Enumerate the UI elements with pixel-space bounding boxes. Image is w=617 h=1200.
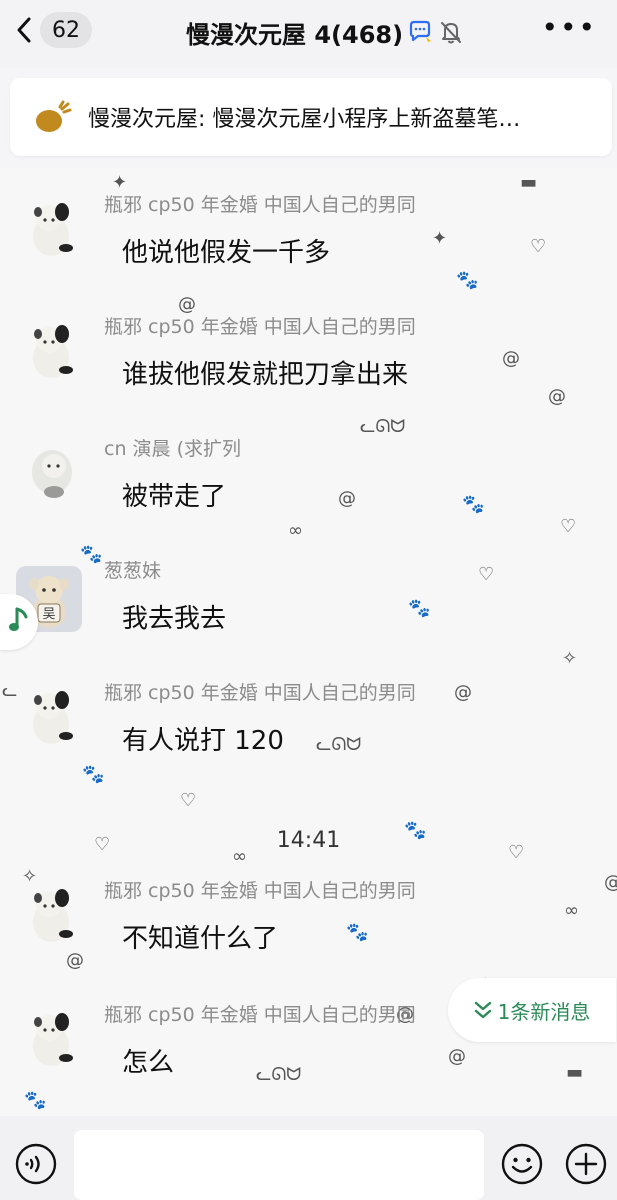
message-text[interactable]: 他说他假发一千多 — [122, 232, 330, 269]
avatar[interactable] — [18, 1008, 84, 1074]
unread-count-badge: 62 — [40, 12, 92, 48]
message-text[interactable]: 我去我去 — [122, 598, 226, 635]
message-input[interactable] — [74, 1130, 484, 1200]
chat-bubble-icon — [407, 19, 433, 45]
top-bar: 62 慢漫次元屋 4(468) ••• — [0, 0, 617, 68]
more-options-button[interactable]: ••• — [541, 14, 597, 42]
avatar[interactable] — [18, 320, 84, 386]
input-bar — [0, 1116, 617, 1200]
music-note-icon — [8, 605, 30, 639]
sender-name: 葱葱妹 — [104, 560, 162, 582]
new-messages-button[interactable]: 1条新消息 — [448, 978, 616, 1042]
message-text[interactable]: 怎么 — [122, 1042, 174, 1079]
message-text[interactable]: 有人说打 120 — [122, 720, 284, 757]
emoji-button[interactable] — [500, 1142, 544, 1190]
sender-name: cn 演晨 (求扩列 — [104, 438, 241, 460]
message-item: 瓶邪 cp50 年金婚 中国人自己的男同 有人说打 120 — [0, 656, 617, 766]
sender-name: 瓶邪 cp50 年金婚 中国人自己的男同 — [104, 682, 416, 704]
chat-message-list[interactable]: ✦ ▬ ✦ ♡ 🐾 @ @ @ ᓚᘏᗢ @ 🐾 ♡ ∞ 🐾 ♡ 🐾 ✧ ᓚ @ … — [0, 168, 617, 1116]
message-item: cn 演晨 (求扩列 被带走了 — [0, 412, 617, 522]
bell-off-icon — [437, 18, 465, 46]
paw-doodle-icon: 🐾 — [82, 764, 105, 785]
avatar[interactable] — [18, 442, 84, 508]
group-announcement[interactable]: 慢漫次元屋: 慢漫次元屋小程序上新盗墓笔… — [10, 78, 612, 156]
sender-name: 瓶邪 cp50 年金婚 中国人自己的男同 — [104, 194, 416, 216]
message-item: 瓶邪 cp50 年金婚 中国人自己的男同 谁拔他假发就把刀拿出来 — [0, 290, 617, 400]
message-text[interactable]: 被带走了 — [122, 476, 226, 513]
avatar[interactable] — [18, 686, 84, 752]
message-timestamp: 14:41 — [276, 828, 341, 853]
sender-name: 瓶邪 cp50 年金婚 中国人自己的男同 — [104, 1004, 416, 1026]
plus-icon — [565, 1143, 607, 1185]
sender-name: 瓶邪 cp50 年金婚 中国人自己的男同 — [104, 880, 416, 902]
chevron-left-icon — [17, 17, 31, 43]
plus-button[interactable] — [564, 1142, 608, 1190]
sender-name: 瓶邪 cp50 年金婚 中国人自己的男同 — [104, 316, 416, 338]
megaphone-icon — [34, 99, 74, 135]
message-text[interactable]: 谁拔他假发就把刀拿出来 — [122, 354, 408, 391]
new-messages-label: 1条新消息 — [497, 999, 591, 1024]
emoji-icon — [501, 1143, 543, 1185]
avatar[interactable] — [18, 884, 84, 950]
paw-doodle-icon: 🐾 — [24, 1090, 47, 1111]
announcement-text: 慢漫次元屋: 慢漫次元屋小程序上新盗墓笔… — [88, 107, 521, 132]
chat-title: 慢漫次元屋 4(468) — [186, 20, 404, 49]
message-item: 吴 葱葱妹 我去我去 — [0, 534, 617, 644]
voice-icon — [15, 1143, 57, 1185]
double-chevron-down-icon — [474, 1000, 492, 1020]
svg-text:吴: 吴 — [42, 607, 55, 622]
chat-title-group[interactable]: 慢漫次元屋 4(468) — [186, 14, 465, 50]
avatar[interactable] — [18, 198, 84, 264]
heart-doodle-icon: ♡ — [180, 790, 197, 811]
voice-button[interactable] — [14, 1142, 58, 1190]
back-button[interactable]: 62 — [16, 12, 92, 48]
message-text[interactable]: 不知道什么了 — [122, 918, 278, 955]
message-item: 瓶邪 cp50 年金婚 中国人自己的男同 不知道什么了 — [0, 854, 617, 964]
message-item: 瓶邪 cp50 年金婚 中国人自己的男同 他说他假发一千多 — [0, 168, 617, 278]
